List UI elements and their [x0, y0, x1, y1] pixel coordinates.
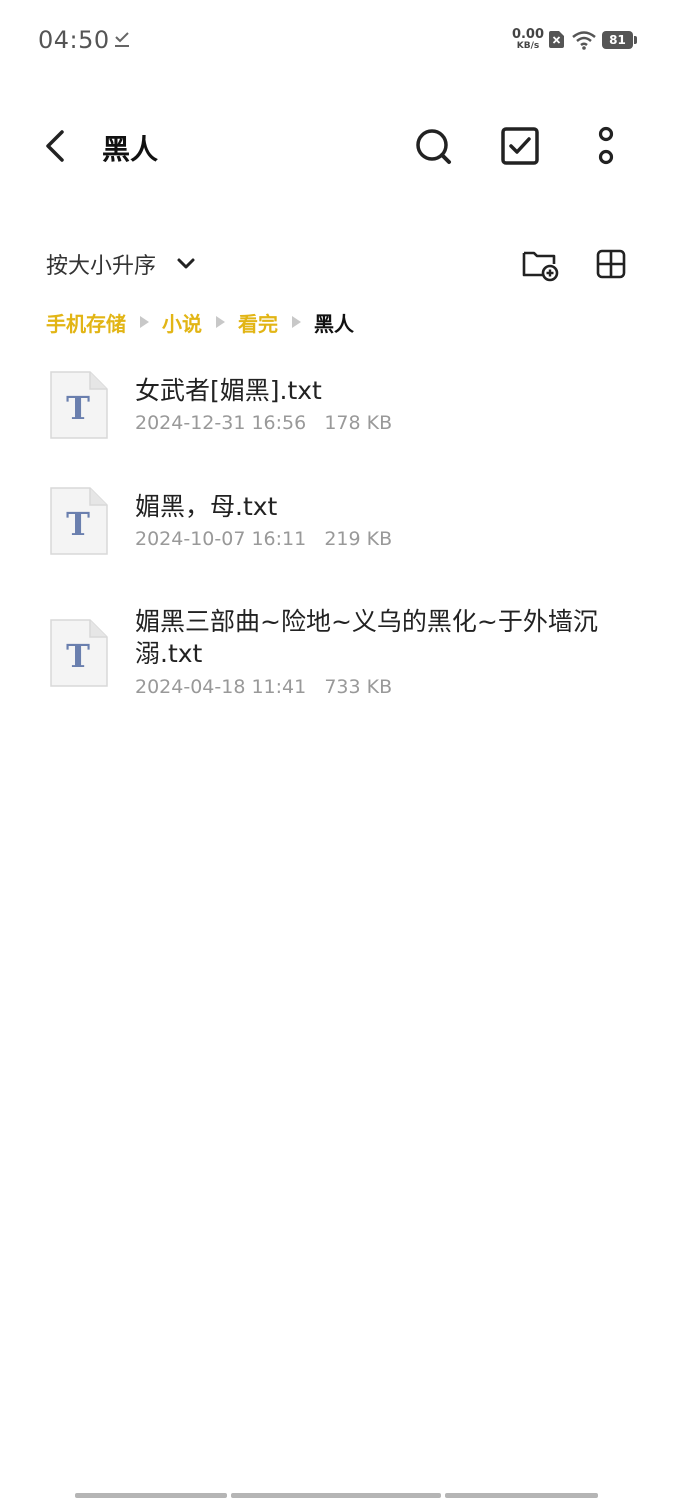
chevron-down-icon [177, 258, 195, 269]
battery-level: 81 [602, 31, 633, 49]
multi-select-icon[interactable] [498, 124, 542, 168]
file-name: 媚黑三部曲~险地~义乌的黑化~于外墙沉溺.txt [135, 607, 598, 668]
file-size: 733 KB [324, 676, 393, 698]
gesture-bar [231, 1493, 441, 1498]
file-size: 178 KB [324, 412, 393, 434]
svg-text:T: T [66, 505, 90, 543]
sort-dropdown[interactable]: 按大小升序 [46, 246, 196, 282]
breadcrumb-separator-icon [140, 316, 149, 328]
svg-text:T: T [66, 389, 90, 427]
file-name: 媚黑，母.txt [135, 492, 278, 521]
breadcrumb-item-finished[interactable]: 看完 [238, 308, 278, 337]
list-item[interactable]: T 女武者[媚黑].txt 2024-12-31 16:56 178 KB [0, 356, 673, 466]
download-done-icon [115, 32, 129, 47]
file-meta: 2024-12-31 16:56 178 KB [135, 412, 392, 434]
network-speed: 0.00 KB/s [510, 28, 546, 51]
sort-label: 按大小升序 [46, 254, 157, 279]
grid-view-icon[interactable] [589, 242, 633, 286]
app-bar: 黑人 [0, 110, 673, 182]
network-speed-unit: KB/s [516, 41, 540, 51]
back-icon[interactable] [36, 126, 76, 166]
breadcrumb-item-current: 黑人 [314, 311, 354, 336]
file-size: 219 KB [324, 528, 393, 550]
status-bar: 04:50 0.00 KB/s 81 [0, 0, 673, 80]
breadcrumb-separator-icon [292, 316, 301, 328]
gesture-bar [75, 1493, 227, 1498]
breadcrumb-separator-icon [216, 316, 225, 328]
battery-icon: 81 [602, 31, 638, 49]
breadcrumb: 手机存储 小说 看完 黑人 [46, 306, 354, 338]
txt-file-icon: T [50, 619, 108, 687]
file-meta: 2024-04-18 11:41 733 KB [135, 676, 392, 698]
file-date: 2024-10-07 16:11 [135, 528, 307, 550]
list-item[interactable]: T 媚黑，母.txt 2024-10-07 16:11 219 KB [0, 472, 673, 582]
sort-toolbar: 按大小升序 [0, 240, 673, 288]
breadcrumb-item-novels[interactable]: 小说 [162, 308, 202, 337]
wifi-icon [572, 31, 596, 50]
svg-text:T: T [66, 637, 90, 675]
file-meta: 2024-10-07 16:11 219 KB [135, 528, 392, 550]
file-date: 2024-12-31 16:56 [135, 412, 307, 434]
txt-file-icon: T [50, 487, 108, 555]
more-icon[interactable] [584, 124, 628, 168]
gesture-bar [445, 1493, 598, 1498]
file-date: 2024-04-18 11:41 [135, 676, 307, 698]
sim-icon [549, 31, 564, 48]
network-speed-value: 0.00 [511, 27, 545, 42]
file-name: 女武者[媚黑].txt [135, 376, 322, 405]
page-title: 黑人 [102, 133, 159, 166]
status-time: 04:50 [38, 26, 110, 54]
new-folder-icon[interactable] [518, 242, 562, 286]
list-item[interactable]: T 媚黑三部曲~险地~义乌的黑化~于外墙沉溺.txt 2024-04-18 11… [0, 588, 673, 718]
txt-file-icon: T [50, 371, 108, 439]
breadcrumb-item-phone-storage[interactable]: 手机存储 [46, 308, 126, 337]
search-icon[interactable] [412, 124, 456, 168]
